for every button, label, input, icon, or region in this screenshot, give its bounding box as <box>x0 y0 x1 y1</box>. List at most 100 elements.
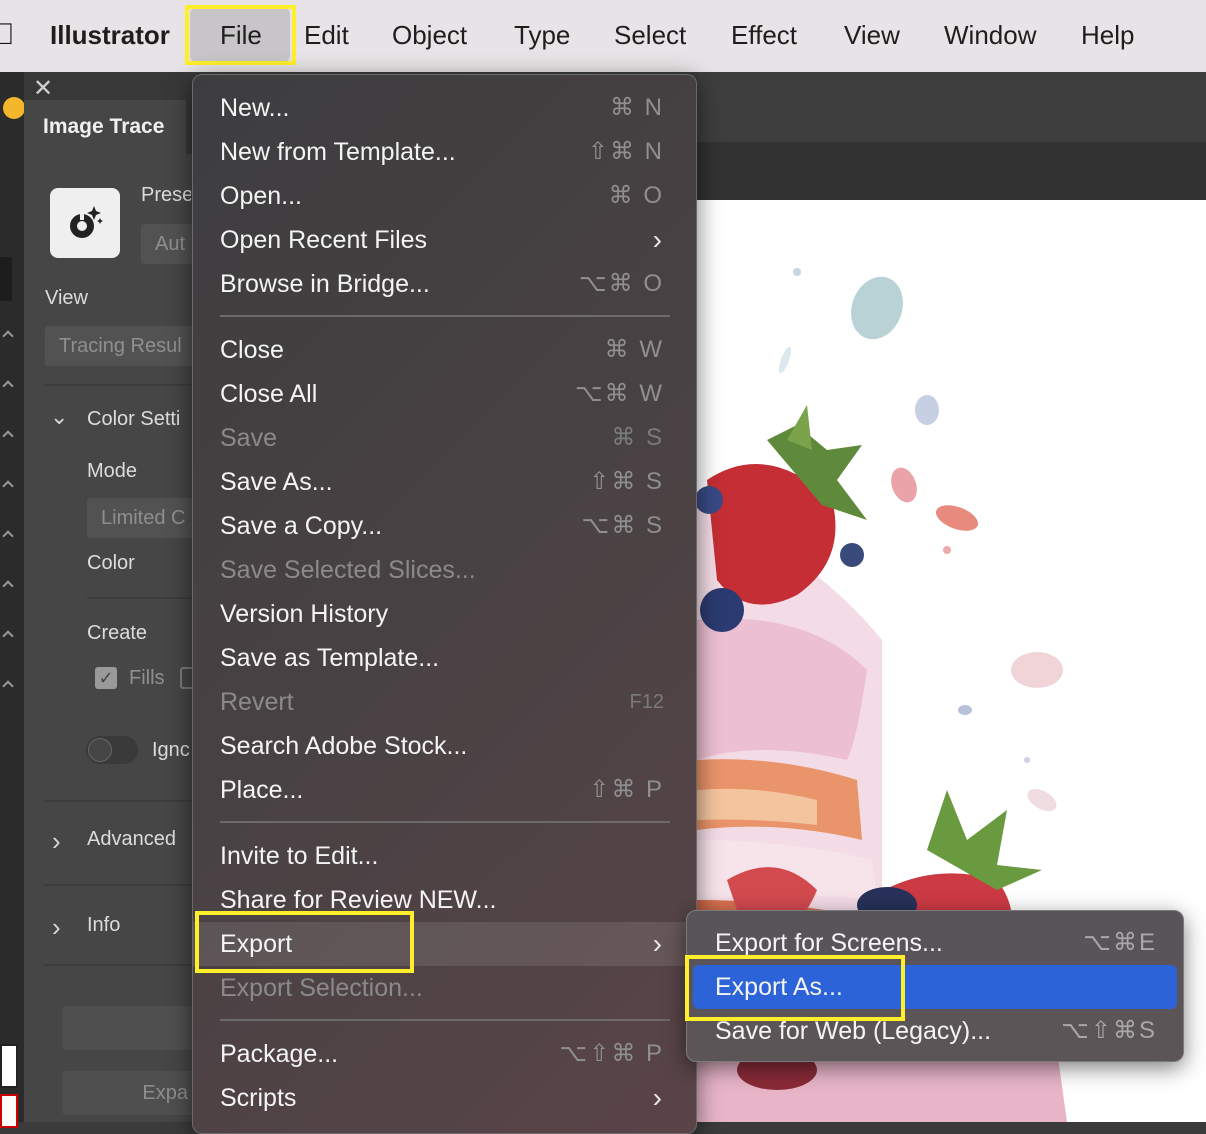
menu-item-shortcut: ⌘ S <box>611 424 664 451</box>
menu-item-label: Save a Copy... <box>220 512 383 540</box>
tool-expander[interactable] <box>2 580 14 592</box>
menu-item-open-recent-files[interactable]: Open Recent Files › <box>193 218 696 262</box>
tools-panel: ↺ <box>0 72 24 1128</box>
mode-dropdown[interactable]: Limited C <box>87 498 193 538</box>
menu-select[interactable]: Select <box>614 19 686 51</box>
menu-item-search-adobe-stock[interactable]: Search Adobe Stock... <box>193 724 696 768</box>
chevron-right-icon: › <box>652 224 662 255</box>
menu-item-shortcut: ⇧⌘ P <box>589 776 664 803</box>
expand-button[interactable]: Expa <box>62 1071 194 1115</box>
fills-label: Fills <box>129 667 165 689</box>
panel-divider <box>45 884 195 886</box>
menu-item-scripts[interactable]: Scripts › <box>193 1076 696 1120</box>
menu-item-shortcut: ⇧⌘ S <box>589 468 664 495</box>
fills-checkbox[interactable]: ✓ <box>95 667 117 689</box>
apple-icon[interactable]:  <box>0 18 15 52</box>
chevron-right-icon[interactable]: › <box>52 912 61 943</box>
fill-color-swatch[interactable] <box>0 1044 18 1088</box>
color-label: Color <box>87 552 135 574</box>
advanced-section-label[interactable]: Advanced <box>87 828 176 851</box>
menu-item-new[interactable]: New... ⌘ N <box>193 86 696 130</box>
tool-expander[interactable] <box>2 380 14 392</box>
menu-item-label: Invite to Edit... <box>220 842 379 870</box>
menu-item-label: Close <box>220 336 284 364</box>
menu-item-package[interactable]: Package... ⌥⇧⌘ P <box>193 1032 696 1076</box>
tool-selected[interactable] <box>0 257 12 301</box>
menu-item-label: Save As... <box>220 468 333 496</box>
menu-item-label: Place... <box>220 776 304 804</box>
menu-effect[interactable]: Effect <box>731 19 797 51</box>
tool-expander[interactable] <box>2 330 14 342</box>
file-menu: New... ⌘ N New from Template... ⇧⌘ N Ope… <box>192 74 697 1134</box>
file-menu-annotation-box <box>185 5 296 65</box>
menu-item-new-from-template[interactable]: New from Template... ⇧⌘ N <box>193 130 696 174</box>
menu-item-label: Export Selection... <box>220 974 423 1002</box>
ignore-white-label: Ignc <box>152 739 190 761</box>
menu-item-invite-to-edit[interactable]: Invite to Edit... <box>193 834 696 878</box>
panel-tab-image-trace[interactable]: Image Trace <box>24 100 186 154</box>
menu-object[interactable]: Object <box>392 19 467 51</box>
info-section-label[interactable]: Info <box>87 914 120 937</box>
menu-app-name[interactable]: Illustrator <box>50 19 170 51</box>
create-label: Create <box>87 622 148 644</box>
chevron-right-icon[interactable]: › <box>52 826 61 857</box>
menu-item-save-a-copy[interactable]: Save a Copy... ⌥⌘ S <box>193 504 696 548</box>
menu-item-label: Share for Review NEW... <box>220 886 497 914</box>
menu-item-shortcut: ⌥⇧⌘ P <box>559 1040 664 1067</box>
auto-trace-preset-icon[interactable] <box>50 188 120 258</box>
tool-expander[interactable] <box>2 430 14 442</box>
menu-item-save-as-template[interactable]: Save as Template... <box>193 636 696 680</box>
view-dropdown[interactable]: Tracing Resul <box>45 326 195 366</box>
menu-item-label: Save for Web (Legacy)... <box>715 1017 992 1045</box>
menu-item-close-all[interactable]: Close All ⌥⌘ W <box>193 372 696 416</box>
preset-label: Prese <box>141 184 191 206</box>
menu-help[interactable]: Help <box>1081 19 1134 51</box>
menu-item-label: Version History <box>220 600 389 628</box>
trace-button[interactable] <box>62 1006 194 1050</box>
menu-item-shortcut: ⌘ N <box>610 94 664 121</box>
menu-item-shortcut: ⌘ W <box>604 336 664 363</box>
preset-dropdown[interactable]: Aut <box>141 224 193 264</box>
menu-type[interactable]: Type <box>514 19 570 51</box>
menu-edit[interactable]: Edit <box>304 19 349 51</box>
tool-expander[interactable] <box>2 630 14 642</box>
menu-item-label: Browse in Bridge... <box>220 270 430 298</box>
menu-item-label: Save as Template... <box>220 644 440 672</box>
menu-item-shortcut: F12 <box>629 691 664 713</box>
control-bar <box>697 72 1206 142</box>
menu-item-label: Open... <box>220 182 302 210</box>
menu-item-open[interactable]: Open... ⌘ O <box>193 174 696 218</box>
view-label: View <box>45 287 88 309</box>
window-minimize-dot[interactable] <box>3 97 25 119</box>
chevron-down-icon[interactable]: ⌄ <box>50 404 68 430</box>
close-panel-icon[interactable]: ✕ <box>33 74 53 103</box>
menu-window[interactable]: Window <box>944 19 1036 51</box>
menu-item-label: Package... <box>220 1040 339 1068</box>
stroke-color-swatch[interactable] <box>0 1094 18 1128</box>
menu-item-shortcut: ⇧⌘ N <box>587 138 664 165</box>
menu-item-label: Save <box>220 424 277 452</box>
menu-separator <box>220 821 670 823</box>
menu-item-shortcut: ⌥⌘ W <box>575 380 664 407</box>
menu-item-label: New from Template... <box>220 138 456 166</box>
panel-divider <box>45 384 195 386</box>
tool-expander[interactable] <box>2 480 14 492</box>
color-settings-label[interactable]: Color Setti <box>87 408 192 431</box>
menu-item-label: Open Recent Files <box>220 226 428 254</box>
export-annotation-box <box>195 911 414 973</box>
menu-item-version-history[interactable]: Version History <box>193 592 696 636</box>
menu-item-label: Search Adobe Stock... <box>220 732 468 760</box>
menu-item-save-as[interactable]: Save As... ⇧⌘ S <box>193 460 696 504</box>
menu-item-close[interactable]: Close ⌘ W <box>193 328 696 372</box>
menu-view[interactable]: View <box>844 19 900 51</box>
menu-bar:  Illustrator File Edit Object Type Sele… <box>0 0 1206 72</box>
tool-expander[interactable] <box>2 530 14 542</box>
ignore-white-toggle[interactable] <box>86 736 138 764</box>
menu-item-label: Scripts <box>220 1084 297 1112</box>
chevron-right-icon: › <box>652 928 662 959</box>
menu-item-place[interactable]: Place... ⇧⌘ P <box>193 768 696 812</box>
panel-divider <box>87 597 193 599</box>
strokes-checkbox[interactable] <box>180 667 192 689</box>
tool-expander[interactable] <box>2 680 14 692</box>
menu-item-browse-in-bridge[interactable]: Browse in Bridge... ⌥⌘ O <box>193 262 696 306</box>
